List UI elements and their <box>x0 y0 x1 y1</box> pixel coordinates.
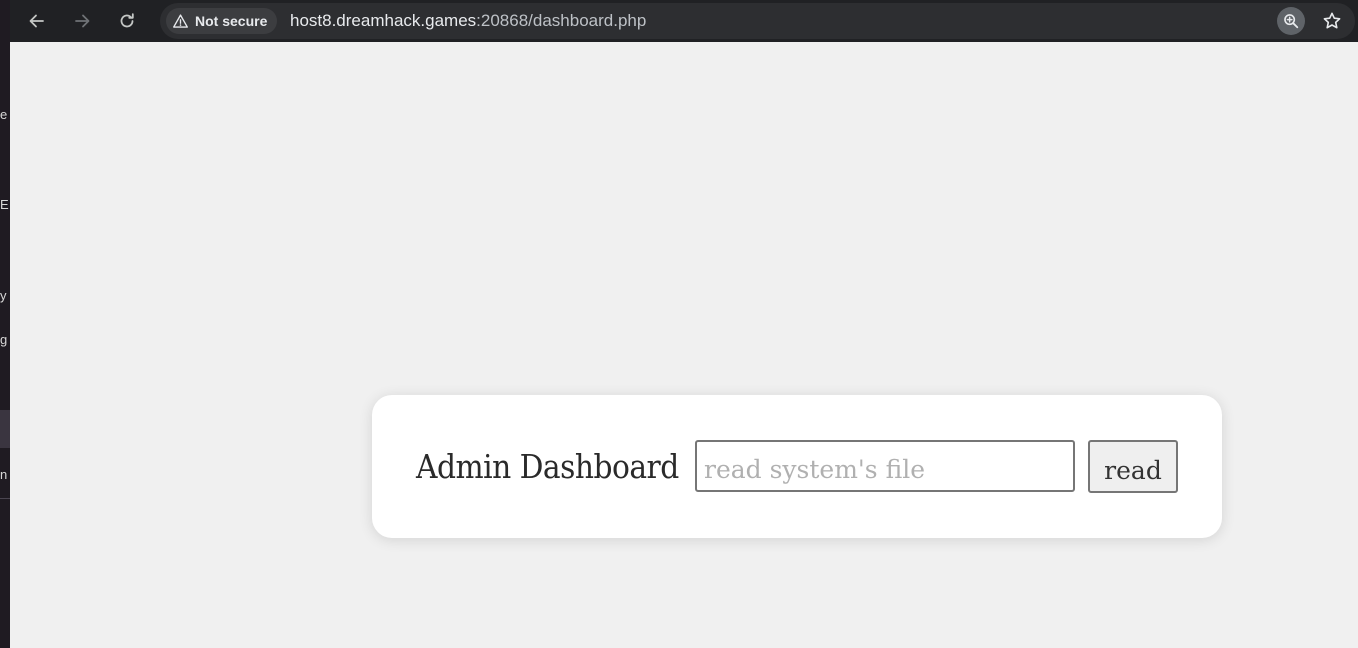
security-chip-label: Not secure <box>195 13 268 29</box>
admin-dashboard-card: Admin Dashboard read <box>372 395 1222 538</box>
background-text-fragment: g <box>0 332 8 347</box>
back-button[interactable] <box>22 6 52 36</box>
file-path-input[interactable] <box>695 440 1075 492</box>
star-icon <box>1323 12 1341 29</box>
background-text-fragment: E <box>0 197 9 212</box>
background-text-fragment: y <box>0 288 7 303</box>
read-button[interactable]: read <box>1088 440 1178 493</box>
reload-button[interactable] <box>112 6 142 36</box>
background-window-strip: e E y g n <box>0 0 10 648</box>
url-host: host8.dreamhack.games <box>290 11 477 30</box>
browser-toolbar: Not secure host8.dreamhack.games:20868/d… <box>10 0 1358 42</box>
bookmark-button[interactable] <box>1318 7 1346 35</box>
background-text-fragment: e <box>0 107 8 122</box>
url-path: :20868/dashboard.php <box>476 11 647 30</box>
background-divider <box>0 498 10 499</box>
reload-icon <box>120 13 134 28</box>
url-text[interactable]: host8.dreamhack.games:20868/dashboard.ph… <box>290 11 646 31</box>
forward-button[interactable] <box>67 6 97 36</box>
arrow-left-icon <box>29 14 44 28</box>
site-security-chip[interactable]: Not secure <box>166 8 278 34</box>
zoom-in-icon <box>1284 14 1299 29</box>
address-bar[interactable]: Not secure host8.dreamhack.games:20868/d… <box>160 3 1355 39</box>
background-highlight <box>0 410 10 448</box>
warning-triangle-icon <box>173 13 188 28</box>
page-title: Admin Dashboard <box>416 447 679 486</box>
arrow-right-icon <box>75 14 90 28</box>
background-text-fragment: n <box>0 467 8 482</box>
zoom-button[interactable] <box>1277 7 1305 35</box>
